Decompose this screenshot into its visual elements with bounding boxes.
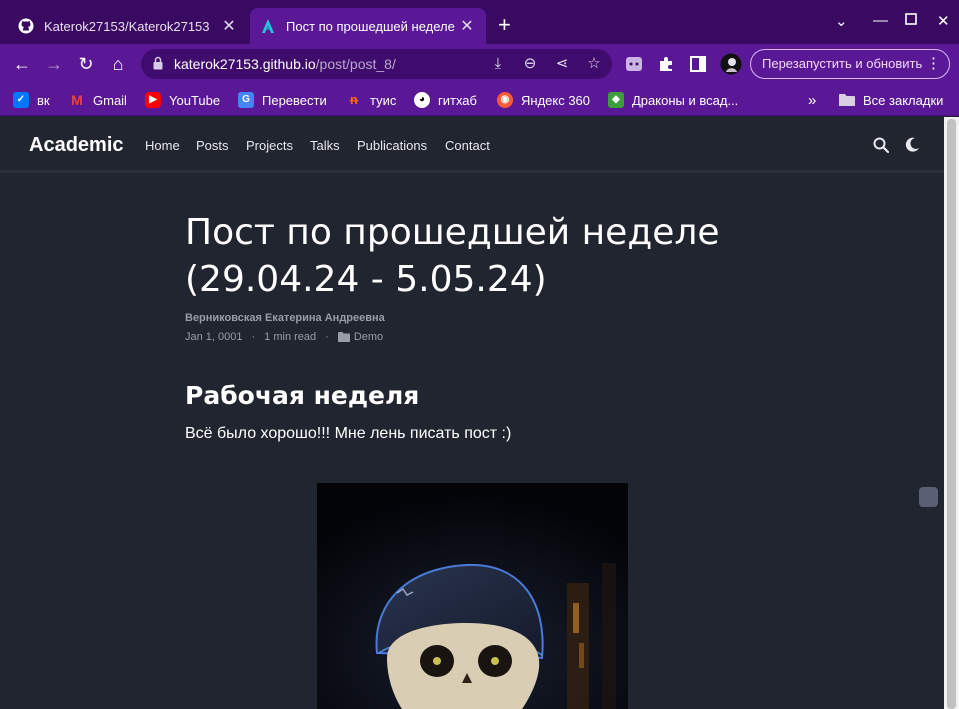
youtube-icon: ▶ [145, 92, 161, 108]
browser-toolbar: ← → ↻ ⌂ katerok27153.github.io/post/post… [0, 44, 959, 84]
bookmark-star-icon[interactable]: ☆ [585, 55, 603, 73]
home-icon[interactable]: ⌂ [106, 52, 130, 76]
side-widget-icon[interactable] [919, 487, 938, 507]
post-paragraph: Всё было хорошо!!! Мне лень писать пост … [185, 425, 512, 442]
extensions-puzzle-icon[interactable] [654, 52, 678, 76]
bookmark-yandex360[interactable]: ◉ Яндекс 360 [497, 92, 590, 108]
page-viewport: Academic Home Posts Projects Talks Publi… [0, 117, 944, 709]
profile-avatar[interactable] [719, 52, 743, 76]
address-bar[interactable]: katerok27153.github.io/post/post_8/ ⤓ ⊖ … [141, 49, 612, 79]
bookmark-translate[interactable]: G Перевести [238, 92, 327, 108]
all-bookmarks[interactable]: Все закладки [839, 92, 943, 108]
extension-cat-icon[interactable] [622, 52, 646, 76]
tab-strip: Katerok27153/Katerok27153 ✕ Пост по прош… [0, 0, 959, 44]
section-heading: Рабочая неделя [185, 381, 420, 410]
lock-icon [153, 56, 163, 70]
tab-github[interactable]: Katerok27153/Katerok27153 ✕ [8, 8, 248, 44]
site-navbar: Academic Home Posts Projects Talks Publi… [0, 117, 944, 173]
side-panel-icon[interactable] [686, 52, 710, 76]
bookmark-gmail[interactable]: M Gmail [69, 92, 127, 108]
install-app-icon[interactable]: ⤓ [489, 55, 507, 73]
reload-icon[interactable]: ↻ [74, 52, 98, 76]
tuis-icon: ᵰ [350, 92, 358, 107]
meta-separator: · [251, 331, 256, 343]
forward-icon[interactable]: → [42, 52, 66, 76]
skull-illustration-image [317, 483, 628, 709]
nav-talks[interactable]: Talks [310, 138, 340, 153]
nav-contact[interactable]: Contact [445, 138, 490, 153]
dark-mode-moon-icon[interactable] [903, 136, 921, 154]
github-icon: ◕ [414, 92, 430, 108]
menu-dots-icon[interactable]: ⋮ [926, 50, 941, 78]
vk-icon: ✓ [13, 92, 29, 108]
dragons-icon: ◆ [608, 92, 624, 108]
back-icon[interactable]: ← [10, 52, 34, 76]
bookmarks-bar: ✓ вк M Gmail ▶ YouTube G Перевести ᵰ туис ◕ ги… [0, 84, 959, 116]
zoom-icon[interactable]: ⊖ [521, 55, 539, 73]
relaunch-update-button[interactable]: Перезапустить и обновить ⋮ [750, 49, 950, 79]
post-author[interactable]: Верниковская Екатерина Андреевна [185, 312, 385, 324]
nav-posts[interactable]: Posts [196, 138, 229, 153]
post-date: Jan 1, 0001 [185, 331, 243, 343]
site-brand[interactable]: Academic [29, 134, 124, 157]
gmail-icon: M [71, 92, 83, 108]
new-tab-button[interactable]: + [498, 14, 511, 36]
meta-separator: · [325, 331, 329, 343]
bookmark-github[interactable]: ◕ гитхаб [414, 92, 477, 108]
github-icon [18, 18, 34, 34]
more-bookmarks-icon[interactable]: » [808, 92, 816, 109]
nav-projects[interactable]: Projects [246, 138, 293, 153]
nav-home[interactable]: Home [145, 138, 180, 153]
tab-title: Пост по прошедшей неделе [286, 18, 455, 34]
page-scrollbar[interactable] [944, 117, 959, 709]
bookmark-youtube[interactable]: ▶ YouTube [145, 92, 220, 108]
bookmark-tuis[interactable]: ᵰ туис [346, 92, 396, 108]
nav-publications[interactable]: Publications [357, 138, 427, 153]
bookmark-vk[interactable]: ✓ вк [13, 92, 50, 108]
close-window-icon[interactable]: ✕ [937, 12, 950, 30]
tab-title: Katerok27153/Katerok27153 [44, 18, 210, 34]
folder-icon [839, 94, 855, 106]
academic-favicon-icon [262, 19, 274, 33]
minimize-icon[interactable]: — [873, 12, 888, 29]
maximize-icon[interactable] [905, 12, 917, 29]
reading-time: 1 min read [264, 331, 317, 343]
post-category-link[interactable]: Demo [354, 331, 383, 343]
post-meta: Jan 1, 0001 · 1 min read · Demo [185, 331, 383, 343]
search-icon[interactable] [872, 136, 890, 154]
share-icon[interactable]: ⋖ [553, 55, 571, 73]
tab-search-icon[interactable]: ⌄ [835, 12, 848, 30]
close-tab-icon[interactable]: ✕ [220, 16, 238, 36]
folder-icon [337, 332, 350, 342]
tab-current[interactable]: Пост по прошедшей неделе ✕ [250, 8, 486, 44]
scrollbar-thumb[interactable] [947, 119, 956, 709]
post-title: Пост по прошедшей неделе (29.04.24 - 5.0… [185, 212, 720, 300]
url-text: katerok27153.github.io/post/post_8/ [174, 56, 396, 72]
translate-icon: G [238, 92, 254, 108]
bookmark-dragons[interactable]: ◆ Драконы и всад... [608, 92, 738, 108]
yandex360-icon: ◉ [497, 92, 513, 108]
close-tab-icon[interactable]: ✕ [458, 16, 476, 36]
